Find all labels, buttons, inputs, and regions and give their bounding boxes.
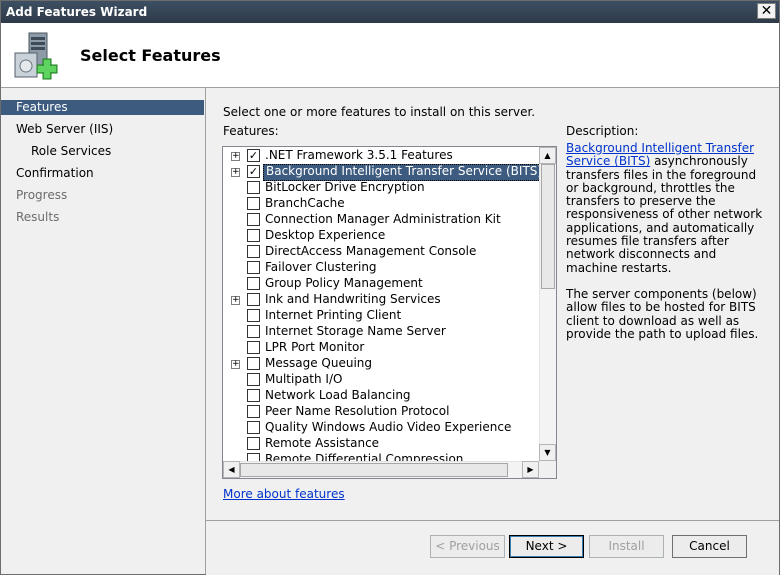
wizard-header: Select Features — [1, 23, 779, 88]
feature-row[interactable]: Desktop Experience — [223, 228, 539, 244]
feature-checkbox[interactable] — [247, 261, 260, 274]
cancel-button[interactable]: Cancel — [672, 535, 747, 558]
expand-plus-icon[interactable]: + — [231, 152, 240, 161]
close-button[interactable]: ✕ — [757, 3, 776, 19]
feature-label: Group Policy Management — [265, 276, 423, 290]
expand-plus-icon[interactable]: + — [231, 360, 240, 369]
feature-checkbox[interactable] — [247, 341, 260, 354]
feature-label: Quality Windows Audio Video Experience — [265, 420, 512, 434]
nav-item-progress: Progress — [16, 188, 68, 202]
more-about-features-link[interactable]: More about features — [223, 487, 345, 501]
feature-row[interactable]: Internet Storage Name Server — [223, 324, 539, 340]
install-button[interactable]: Install — [589, 535, 664, 558]
nav-item-confirmation[interactable]: Confirmation — [16, 166, 94, 180]
instruction-text: Select one or more features to install o… — [223, 105, 536, 119]
server-add-icon — [14, 32, 58, 80]
expand-plus-icon[interactable]: + — [231, 296, 240, 305]
feature-checkbox[interactable] — [247, 437, 260, 450]
horizontal-scrollbar[interactable]: ◀ ▶ — [223, 461, 539, 478]
feature-checkbox[interactable]: ✓ — [247, 165, 260, 178]
feature-checkbox[interactable] — [247, 293, 260, 306]
feature-row[interactable]: Internet Printing Client — [223, 308, 539, 324]
feature-label: Message Queuing — [265, 356, 373, 370]
feature-label: Desktop Experience — [265, 228, 386, 242]
feature-row[interactable]: Quality Windows Audio Video Experience — [223, 420, 539, 436]
wizard-window: Add Features Wizard ✕ Select Features Fe… — [0, 0, 780, 575]
previous-button[interactable]: < Previous — [430, 535, 505, 558]
feature-row[interactable]: Multipath I/O — [223, 372, 539, 388]
feature-label: Internet Storage Name Server — [265, 324, 446, 338]
scrollbar-corner — [539, 461, 556, 478]
feature-checkbox[interactable] — [247, 181, 260, 194]
scroll-right-arrow-icon[interactable]: ▶ — [522, 461, 539, 478]
feature-checkbox[interactable]: ✓ — [247, 149, 260, 162]
feature-label: .NET Framework 3.5.1 Features — [265, 148, 453, 162]
feature-checkbox[interactable] — [247, 421, 260, 434]
feature-label: Multipath I/O — [265, 372, 343, 386]
nav-item-web-server[interactable]: Web Server (IIS) — [16, 122, 113, 136]
description-text: asynchronously transfers files in the fo… — [566, 154, 763, 275]
feature-label: LPR Port Monitor — [265, 340, 365, 354]
feature-label: DirectAccess Management Console — [265, 244, 477, 258]
feature-label: Peer Name Resolution Protocol — [265, 404, 450, 418]
feature-checkbox[interactable] — [247, 197, 260, 210]
feature-label: BranchCache — [265, 196, 345, 210]
feature-label: Background Intelligent Transfer Service … — [263, 164, 546, 181]
feature-checkbox[interactable] — [247, 405, 260, 418]
description-label: Description: — [566, 124, 639, 138]
feature-checkbox[interactable] — [247, 325, 260, 338]
vertical-scrollbar[interactable]: ▲ ▼ — [539, 147, 556, 461]
title-bar: Add Features Wizard ✕ — [1, 1, 779, 23]
feature-row[interactable]: Remote Assistance — [223, 436, 539, 452]
feature-row[interactable]: Network Load Balancing — [223, 388, 539, 404]
feature-description: Background Intelligent Transfer Service … — [566, 141, 766, 341]
next-button[interactable]: Next > — [509, 535, 584, 558]
window-title: Add Features Wizard — [6, 5, 148, 19]
feature-row[interactable]: BitLocker Drive Encryption — [223, 180, 539, 196]
horizontal-scroll-thumb[interactable] — [240, 463, 508, 477]
page-title: Select Features — [80, 46, 221, 65]
feature-checkbox[interactable] — [247, 277, 260, 290]
wizard-nav: Features Web Server (IIS) Role Services … — [1, 88, 206, 574]
feature-row[interactable]: Group Policy Management — [223, 276, 539, 292]
feature-checkbox[interactable] — [247, 229, 260, 242]
feature-checkbox[interactable] — [247, 213, 260, 226]
feature-label: Ink and Handwriting Services — [265, 292, 441, 306]
nav-item-results: Results — [16, 210, 60, 224]
description-server-text: The server components (below) allow file… — [566, 286, 759, 341]
feature-row[interactable]: BranchCache — [223, 196, 539, 212]
feature-label: Network Load Balancing — [265, 388, 411, 402]
nav-item-role-services[interactable]: Role Services — [31, 144, 111, 158]
scroll-left-arrow-icon[interactable]: ◀ — [223, 461, 240, 478]
nav-item-features[interactable]: Features — [1, 100, 204, 115]
feature-label: BitLocker Drive Encryption — [265, 180, 425, 194]
feature-row[interactable]: Failover Clustering — [223, 260, 539, 276]
feature-label: Failover Clustering — [265, 260, 377, 274]
feature-row[interactable]: Connection Manager Administration Kit — [223, 212, 539, 228]
features-tree[interactable]: + ✓ .NET Framework 3.5.1 Features + ✓ Backgro… — [222, 146, 557, 479]
feature-label: Internet Printing Client — [265, 308, 402, 322]
feature-row[interactable]: + Ink and Handwriting Services — [223, 292, 539, 308]
scroll-down-arrow-icon[interactable]: ▼ — [539, 444, 556, 461]
feature-row[interactable]: DirectAccess Management Console — [223, 244, 539, 260]
feature-row[interactable]: Peer Name Resolution Protocol — [223, 404, 539, 420]
feature-label: Remote Assistance — [265, 436, 380, 450]
feature-checkbox[interactable] — [247, 357, 260, 370]
feature-checkbox[interactable] — [247, 245, 260, 258]
expand-plus-icon[interactable]: + — [231, 168, 240, 177]
scroll-up-arrow-icon[interactable]: ▲ — [539, 147, 556, 164]
feature-row[interactable]: LPR Port Monitor — [223, 340, 539, 356]
feature-row[interactable]: + ✓ .NET Framework 3.5.1 Features — [223, 148, 539, 164]
feature-label: Connection Manager Administration Kit — [265, 212, 501, 226]
feature-checkbox[interactable] — [247, 373, 260, 386]
feature-checkbox[interactable] — [247, 389, 260, 402]
feature-row[interactable]: + ✓ Background Intelligent Transfer Servic… — [223, 164, 546, 181]
feature-row[interactable]: + Message Queuing — [223, 356, 539, 372]
vertical-scroll-thumb[interactable] — [541, 164, 555, 289]
features-label: Features: — [223, 124, 279, 138]
feature-checkbox[interactable] — [247, 309, 260, 322]
